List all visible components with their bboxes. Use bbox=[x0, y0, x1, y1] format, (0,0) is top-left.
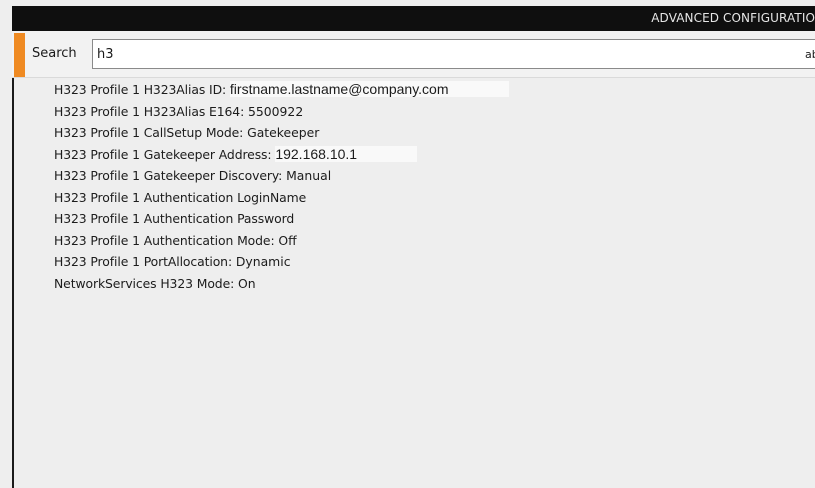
result-value: Gatekeeper bbox=[247, 125, 320, 140]
result-value: firstname.lastname@company.com bbox=[229, 81, 509, 97]
result-item-networkservices-h323-mode[interactable]: NetworkServices H323 Mode: On bbox=[54, 273, 754, 295]
search-label: Search bbox=[32, 46, 77, 61]
advanced-configuration-window: ADVANCED CONFIGURATIO Search ab H323 Pro… bbox=[0, 0, 815, 488]
result-value: 192.168.10.1 bbox=[275, 145, 418, 162]
result-value: Dynamic bbox=[235, 254, 291, 269]
search-input[interactable] bbox=[92, 39, 815, 69]
result-item-h323-alias-id[interactable]: H323 Profile 1 H323Alias ID: firstname.l… bbox=[54, 79, 754, 101]
result-key: H323 Profile 1 H323Alias ID: bbox=[54, 82, 230, 97]
result-item-gatekeeper-address[interactable]: H323 Profile 1 Gatekeeper Address: 192.1… bbox=[54, 144, 754, 166]
search-bar: Search ab bbox=[12, 31, 815, 78]
result-item-h323-alias-e164[interactable]: H323 Profile 1 H323Alias E164: 5500922 bbox=[54, 101, 754, 123]
result-key: NetworkServices H323 Mode: bbox=[54, 275, 239, 291]
result-key: H323 Profile 1 Gatekeeper Address: bbox=[54, 146, 276, 162]
result-key: H323 Profile 1 Authentication LoginName bbox=[54, 189, 307, 205]
result-item-authentication-loginname[interactable]: H323 Profile 1 Authentication LoginName bbox=[54, 187, 754, 209]
result-item-port-allocation[interactable]: H323 Profile 1 PortAllocation: Dynamic bbox=[54, 251, 754, 273]
result-item-authentication-mode[interactable]: H323 Profile 1 Authentication Mode: Off bbox=[54, 230, 754, 252]
input-mode-indicator: ab bbox=[805, 48, 815, 61]
result-item-callsetup-mode[interactable]: H323 Profile 1 CallSetup Mode: Gatekeepe… bbox=[54, 122, 754, 144]
window-left-border bbox=[12, 6, 14, 488]
result-key: H323 Profile 1 H323Alias E164: bbox=[54, 103, 249, 119]
result-key: H323 Profile 1 PortAllocation: bbox=[54, 254, 236, 269]
search-focus-indicator bbox=[14, 33, 25, 77]
result-key: H323 Profile 1 Gatekeeper Discovery: bbox=[54, 168, 287, 183]
result-key: H323 Profile 1 Authentication Password bbox=[54, 211, 295, 226]
result-item-authentication-password[interactable]: H323 Profile 1 Authentication Password bbox=[54, 208, 754, 230]
result-value: On bbox=[238, 275, 256, 291]
window-title: ADVANCED CONFIGURATIO bbox=[651, 11, 815, 25]
result-value: Manual bbox=[286, 168, 332, 183]
title-bar: ADVANCED CONFIGURATIO bbox=[12, 6, 815, 31]
result-value: Off bbox=[278, 232, 297, 248]
search-results-list: H323 Profile 1 H323Alias ID: firstname.l… bbox=[54, 79, 754, 294]
result-key: H323 Profile 1 Authentication Mode: bbox=[54, 232, 279, 248]
result-item-gatekeeper-discovery[interactable]: H323 Profile 1 Gatekeeper Discovery: Man… bbox=[54, 165, 754, 187]
result-value: 5500922 bbox=[248, 103, 304, 119]
result-key: H323 Profile 1 CallSetup Mode: bbox=[54, 125, 248, 140]
